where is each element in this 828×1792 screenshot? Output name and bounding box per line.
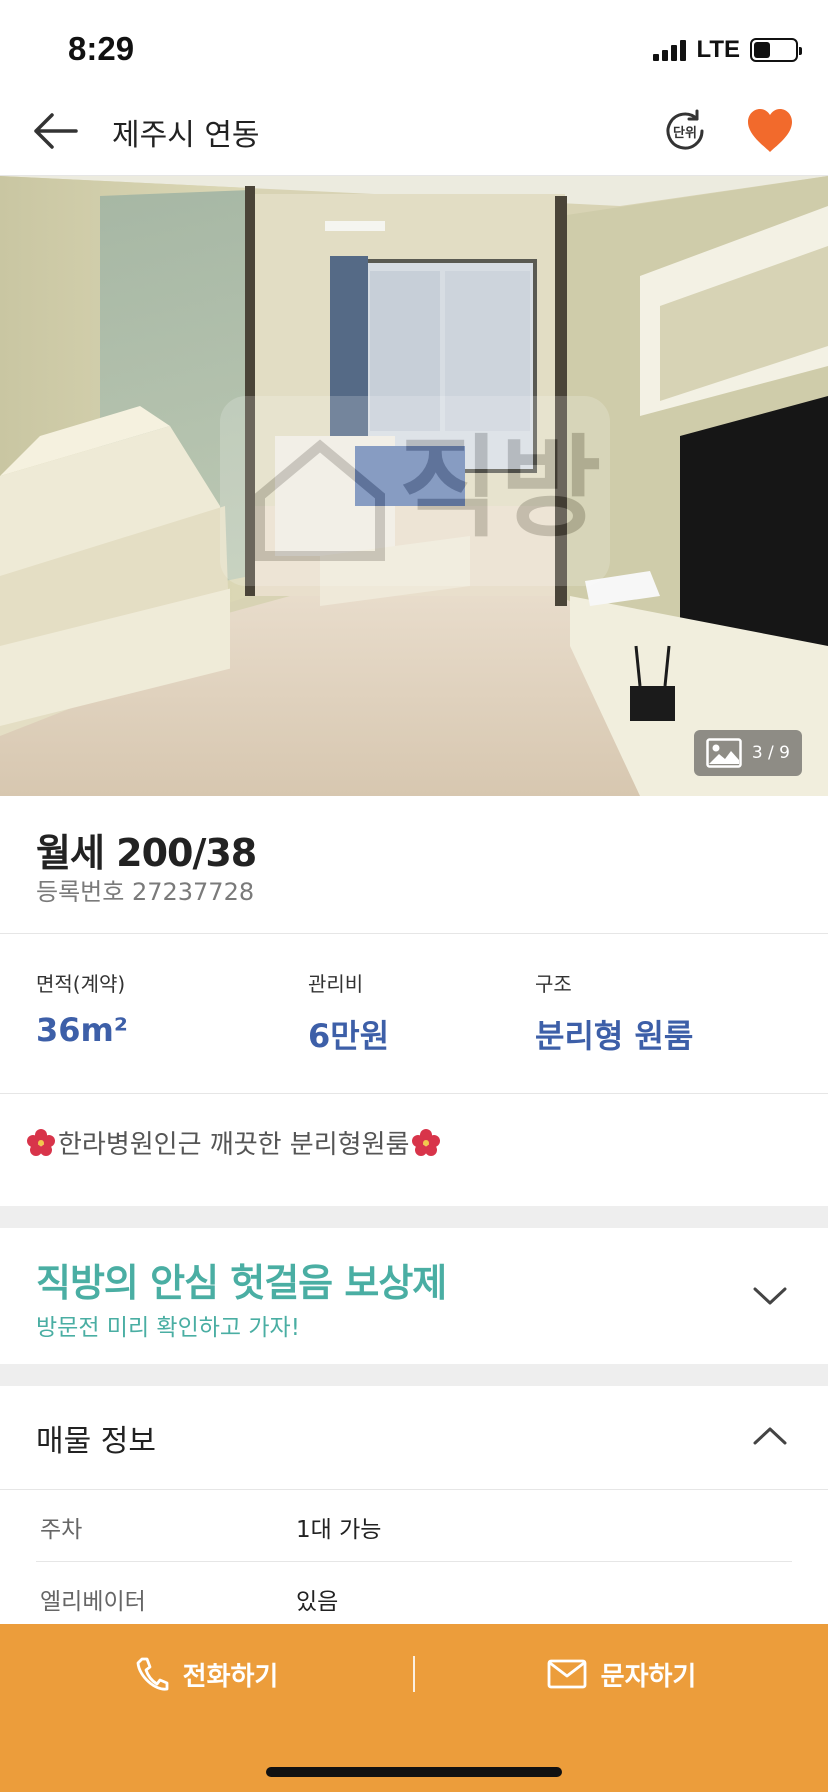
back-button[interactable] [30,108,80,154]
spec-area: 면적(계약) 36m² [36,968,128,1049]
message-button[interactable]: 문자하기 [415,1624,828,1724]
status-indicators: LTE [653,36,802,64]
spec-maintenance-fee: 관리비 6만원 [308,968,389,1057]
section-title: 매물 정보 [36,1424,156,1459]
info-row-parking: 주차 1대 가능 [36,1490,792,1562]
message-button-label: 문자하기 [600,1661,697,1692]
back-arrow-icon [34,113,78,149]
unit-convert-icon: 단위 [666,109,704,150]
nav-bar: 제주시 연동 단위 [0,88,828,176]
unit-button-label: 단위 [673,125,697,141]
chevron-down-icon[interactable] [752,1278,788,1314]
home-indicator[interactable] [266,1767,562,1777]
favorite-button[interactable] [744,106,796,156]
info-value: 1대 가능 [296,1517,382,1543]
spec-value: 36m² [36,1011,128,1049]
heart-icon [748,109,792,152]
property-info-header[interactable]: 매물 정보 [0,1386,828,1490]
photo-counter-text: 3 / 9 [751,743,790,763]
spec-structure: 구조 분리형 원룸 [535,968,693,1057]
info-label: 주차 [40,1517,83,1543]
call-button-label: 전화하기 [182,1661,279,1692]
spec-label: 관리비 [308,972,364,996]
unit-toggle-button[interactable]: 단위 [660,106,710,156]
network-label: LTE [696,36,740,63]
promo-subtitle: 방문전 미리 확인하고 가자! [36,1315,300,1341]
call-button[interactable]: 전화하기 [0,1624,413,1724]
section-divider [0,1364,828,1386]
description-text: 한라병원인근 깨끗한 분리형원룸 [58,1130,410,1160]
section-divider [0,1206,828,1228]
registration-number: 등록번호 27237728 [36,878,255,906]
page-title: 제주시 연동 [112,118,260,153]
status-bar: 8:29 LTE [0,0,828,88]
spec-label: 구조 [535,972,572,996]
description-line: 한라병원인근 깨끗한 분리형원룸 [26,1124,441,1161]
info-value: 있음 [296,1589,339,1615]
battery-level [754,42,770,58]
spec-value: 6만원 [308,1017,390,1055]
hibiscus-icon [412,1128,441,1156]
chevron-up-icon[interactable] [752,1418,788,1454]
gallery-icon [706,738,742,768]
hibiscus-icon [27,1128,55,1156]
spec-value: 분리형 원룸 [535,1017,694,1055]
svg-text:직방: 직방 [399,424,601,552]
battery-icon [750,38,802,62]
price-block: 월세 200/38 등록번호 27237728 [0,796,828,934]
room-photo-image: 직방 [0,176,828,796]
envelope-icon [547,1659,587,1689]
promo-banner[interactable]: 직방의 안심 헛걸음 보상제 방문전 미리 확인하고 가자! [0,1228,828,1364]
phone-icon [136,1657,169,1691]
listing-description: 한라병원인근 깨끗한 분리형원룸 [0,1094,828,1206]
listing-photo[interactable]: 직방 3 / 9 [0,176,828,796]
promo-title: 직방의 안심 헛걸음 보상제 [36,1261,447,1305]
watermark-logo: 직방 [220,396,610,586]
status-time: 8:29 [68,30,135,67]
info-label: 엘리베이터 [40,1589,146,1615]
signal-icon [653,39,687,61]
contact-action-bar: 전화하기 문자하기 [0,1624,828,1792]
photo-counter[interactable]: 3 / 9 [693,730,802,776]
spec-label: 면적(계약) [36,972,126,996]
listing-price: 월세 200/38 [36,831,257,875]
spec-summary: 면적(계약) 36m² 관리비 6만원 구조 분리형 원룸 [0,934,828,1094]
